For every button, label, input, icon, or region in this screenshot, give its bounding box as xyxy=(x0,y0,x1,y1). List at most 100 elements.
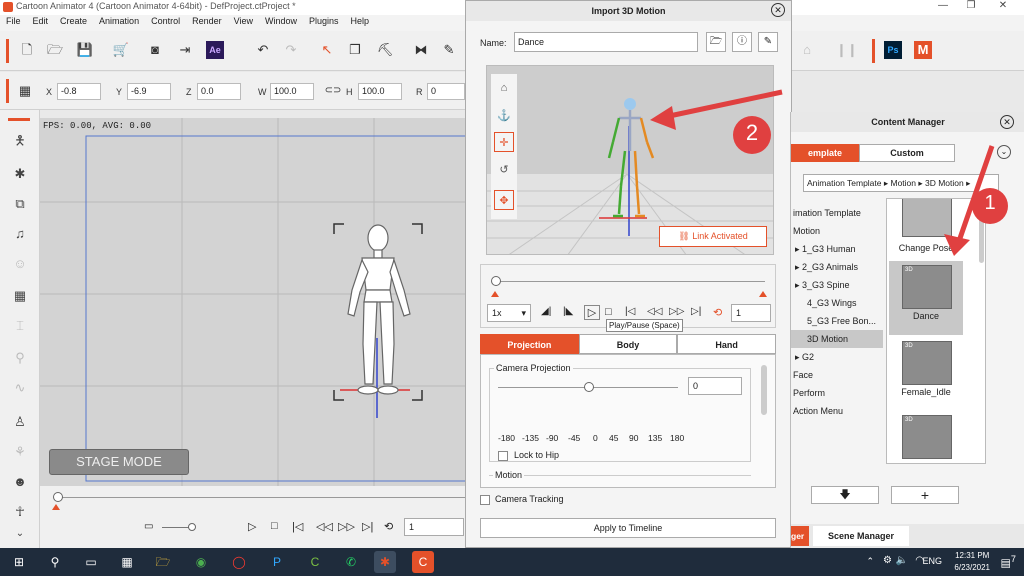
panel-scrollbar[interactable] xyxy=(761,365,767,415)
tree-item[interactable]: Perform xyxy=(791,384,883,402)
file-explorer-icon[interactable]: 🗁 xyxy=(152,551,174,573)
tree-item[interactable]: ▸ 2_G3 Animals xyxy=(791,258,883,276)
tree-item[interactable]: ▸ 3_G3 Spine xyxy=(791,276,883,294)
pose-icon[interactable]: ✱ xyxy=(10,166,30,186)
select-icon[interactable]: ↖ xyxy=(318,41,336,59)
w-input[interactable]: 100.0 xyxy=(270,83,314,100)
menu-view[interactable]: View xyxy=(228,15,259,31)
loop-icon[interactable]: ⟲ xyxy=(384,520,393,533)
motion-prev-key-icon[interactable]: |◁ xyxy=(625,306,635,317)
thumb-dance[interactable]: 3D Dance xyxy=(889,261,963,335)
pan-icon[interactable]: ⚓ xyxy=(494,106,514,126)
audio-icon[interactable]: ❙❙ xyxy=(836,41,858,59)
prev-key-icon[interactable]: |◁ xyxy=(292,520,303,533)
bone-icon[interactable]: ⌶ xyxy=(10,318,30,338)
z-input[interactable]: 0.0 xyxy=(197,83,241,100)
menu-help[interactable]: Help xyxy=(345,15,376,31)
link-scale-icon[interactable]: ⊂⊃ xyxy=(324,82,342,100)
after-effects-icon[interactable]: Ae xyxy=(206,41,224,59)
new-file-icon[interactable]: 🗋 xyxy=(18,41,36,59)
pen-icon[interactable]: ✎ xyxy=(440,41,458,59)
home-icon[interactable]: ⌂ xyxy=(798,41,816,59)
cartoon-animator-taskbar-icon[interactable]: ✱ xyxy=(374,551,396,573)
browse-folder-icon[interactable]: 🗁 xyxy=(706,32,726,52)
grid-icon[interactable]: ▦ xyxy=(16,82,34,100)
add-button[interactable]: + xyxy=(891,486,959,504)
motion-next-key-icon[interactable]: ▷| xyxy=(691,306,701,317)
skeleton-icon[interactable]: ☥ xyxy=(10,504,30,524)
tab-body[interactable]: Body xyxy=(578,334,678,354)
minimize-icon[interactable]: — xyxy=(932,0,954,14)
path-icon[interactable]: ∿ xyxy=(10,380,30,400)
calculator-icon[interactable]: ▦ xyxy=(116,551,138,573)
photoshop-taskbar-icon[interactable]: P xyxy=(266,551,288,573)
close-icon[interactable]: ✕ xyxy=(992,0,1014,14)
audio-wave-icon[interactable]: ♫ xyxy=(10,226,30,246)
play-pause-icon[interactable]: ▷ xyxy=(584,305,600,320)
forward-icon[interactable]: ▷▷ xyxy=(338,520,355,533)
stage-canvas[interactable]: FPS: 0.00, AVG: 0.00 STAGE MODE xyxy=(40,118,470,486)
home-view-icon[interactable]: ⌂ xyxy=(494,78,514,98)
motion-rewind-icon[interactable]: ◁◁ xyxy=(647,306,662,317)
prev-frame-icon[interactable]: ◢| xyxy=(541,306,551,317)
character-icon[interactable]: 🯅 xyxy=(10,132,30,152)
breadcrumb[interactable]: Animation Template ▸ Motion ▸ 3D Motion … xyxy=(803,174,999,192)
motion-forward-icon[interactable]: ▷▷ xyxy=(669,306,684,317)
volume-icon[interactable]: 🔈 xyxy=(896,555,908,566)
language-indicator[interactable]: ENG xyxy=(922,556,942,566)
tree-item[interactable]: 5_G3 Free Bon... xyxy=(791,312,883,330)
zoom-fit-icon[interactable]: ✥ xyxy=(494,190,514,210)
stop-icon[interactable]: □ xyxy=(271,520,278,532)
projection-input[interactable]: 0 xyxy=(688,377,742,395)
edit-icon[interactable]: ✎ xyxy=(758,32,778,52)
walk-icon[interactable]: ⚘ xyxy=(10,444,30,464)
flip-icon[interactable]: ⧓ xyxy=(412,41,430,59)
rotate-icon[interactable]: ↺ xyxy=(494,160,514,180)
menu-render[interactable]: Render xyxy=(186,15,228,31)
motion-loop-icon[interactable]: ⟲ xyxy=(713,306,722,319)
download-button[interactable]: 🡇 xyxy=(811,486,879,504)
zoom-handle[interactable] xyxy=(188,523,196,531)
duplicate-icon[interactable]: ❐ xyxy=(346,41,364,59)
apply-to-timeline-button[interactable]: Apply to Timeline xyxy=(480,518,776,538)
collapse-icon[interactable]: ⌄ xyxy=(997,145,1011,159)
app-taskbar-icon[interactable]: C xyxy=(412,551,434,573)
rewind-icon[interactable]: ◁◁ xyxy=(316,520,333,533)
tree-item[interactable]: Motion xyxy=(791,222,883,240)
thumb-female-idle[interactable]: 3D Female_Idle xyxy=(889,337,963,411)
undo-icon[interactable]: ↶ xyxy=(254,41,272,59)
tree-item[interactable]: ▸ 1_G3 Human xyxy=(791,240,883,258)
skeleton-figure[interactable] xyxy=(597,96,667,226)
move-icon[interactable]: ✛ xyxy=(494,132,514,152)
lock-to-hip-checkbox[interactable] xyxy=(498,451,508,461)
y-input[interactable]: -6.9 xyxy=(127,83,171,100)
tree-item[interactable]: Face xyxy=(791,366,883,384)
tree-item[interactable]: imation Template xyxy=(791,204,883,222)
task-view-icon[interactable]: ▭ xyxy=(80,551,102,573)
search-icon[interactable]: ⚲ xyxy=(44,551,66,573)
menu-window[interactable]: Window xyxy=(259,15,303,31)
fill-icon[interactable]: ⛏ xyxy=(376,41,394,59)
tab-content-manager[interactable]: ger xyxy=(791,526,809,546)
speech-icon[interactable]: ☺ xyxy=(10,256,30,276)
restore-icon[interactable]: ❐ xyxy=(960,0,982,14)
tree-item[interactable]: Action Menu xyxy=(791,402,883,420)
h-input[interactable]: 100.0 xyxy=(358,83,402,100)
r-input[interactable]: 0 xyxy=(427,83,465,100)
thumb-change-pose[interactable]: Change Pose xyxy=(889,199,963,257)
layers-icon[interactable]: ▦ xyxy=(10,288,30,308)
tray-chevron-icon[interactable]: ⌃ xyxy=(866,556,874,567)
opera-icon[interactable]: ◯ xyxy=(228,551,250,573)
tab-scene-manager[interactable]: Scene Manager xyxy=(813,526,909,546)
tab-template[interactable]: emplate xyxy=(791,144,859,162)
redo-icon[interactable]: ↷ xyxy=(282,41,300,59)
projection-handle[interactable] xyxy=(584,382,594,392)
tray-app-icon[interactable]: ⚙ xyxy=(883,555,892,566)
camera-tracking-checkbox[interactable] xyxy=(480,495,490,505)
menu-control[interactable]: Control xyxy=(145,15,186,31)
x-input[interactable]: -0.8 xyxy=(57,83,101,100)
preview-icon[interactable]: ◙ xyxy=(146,41,164,59)
link-activated-button[interactable]: ⛓ Link Activated xyxy=(659,226,767,247)
windows-start-icon[interactable]: ⊞ xyxy=(8,551,30,573)
character-figure[interactable] xyxy=(330,222,430,402)
